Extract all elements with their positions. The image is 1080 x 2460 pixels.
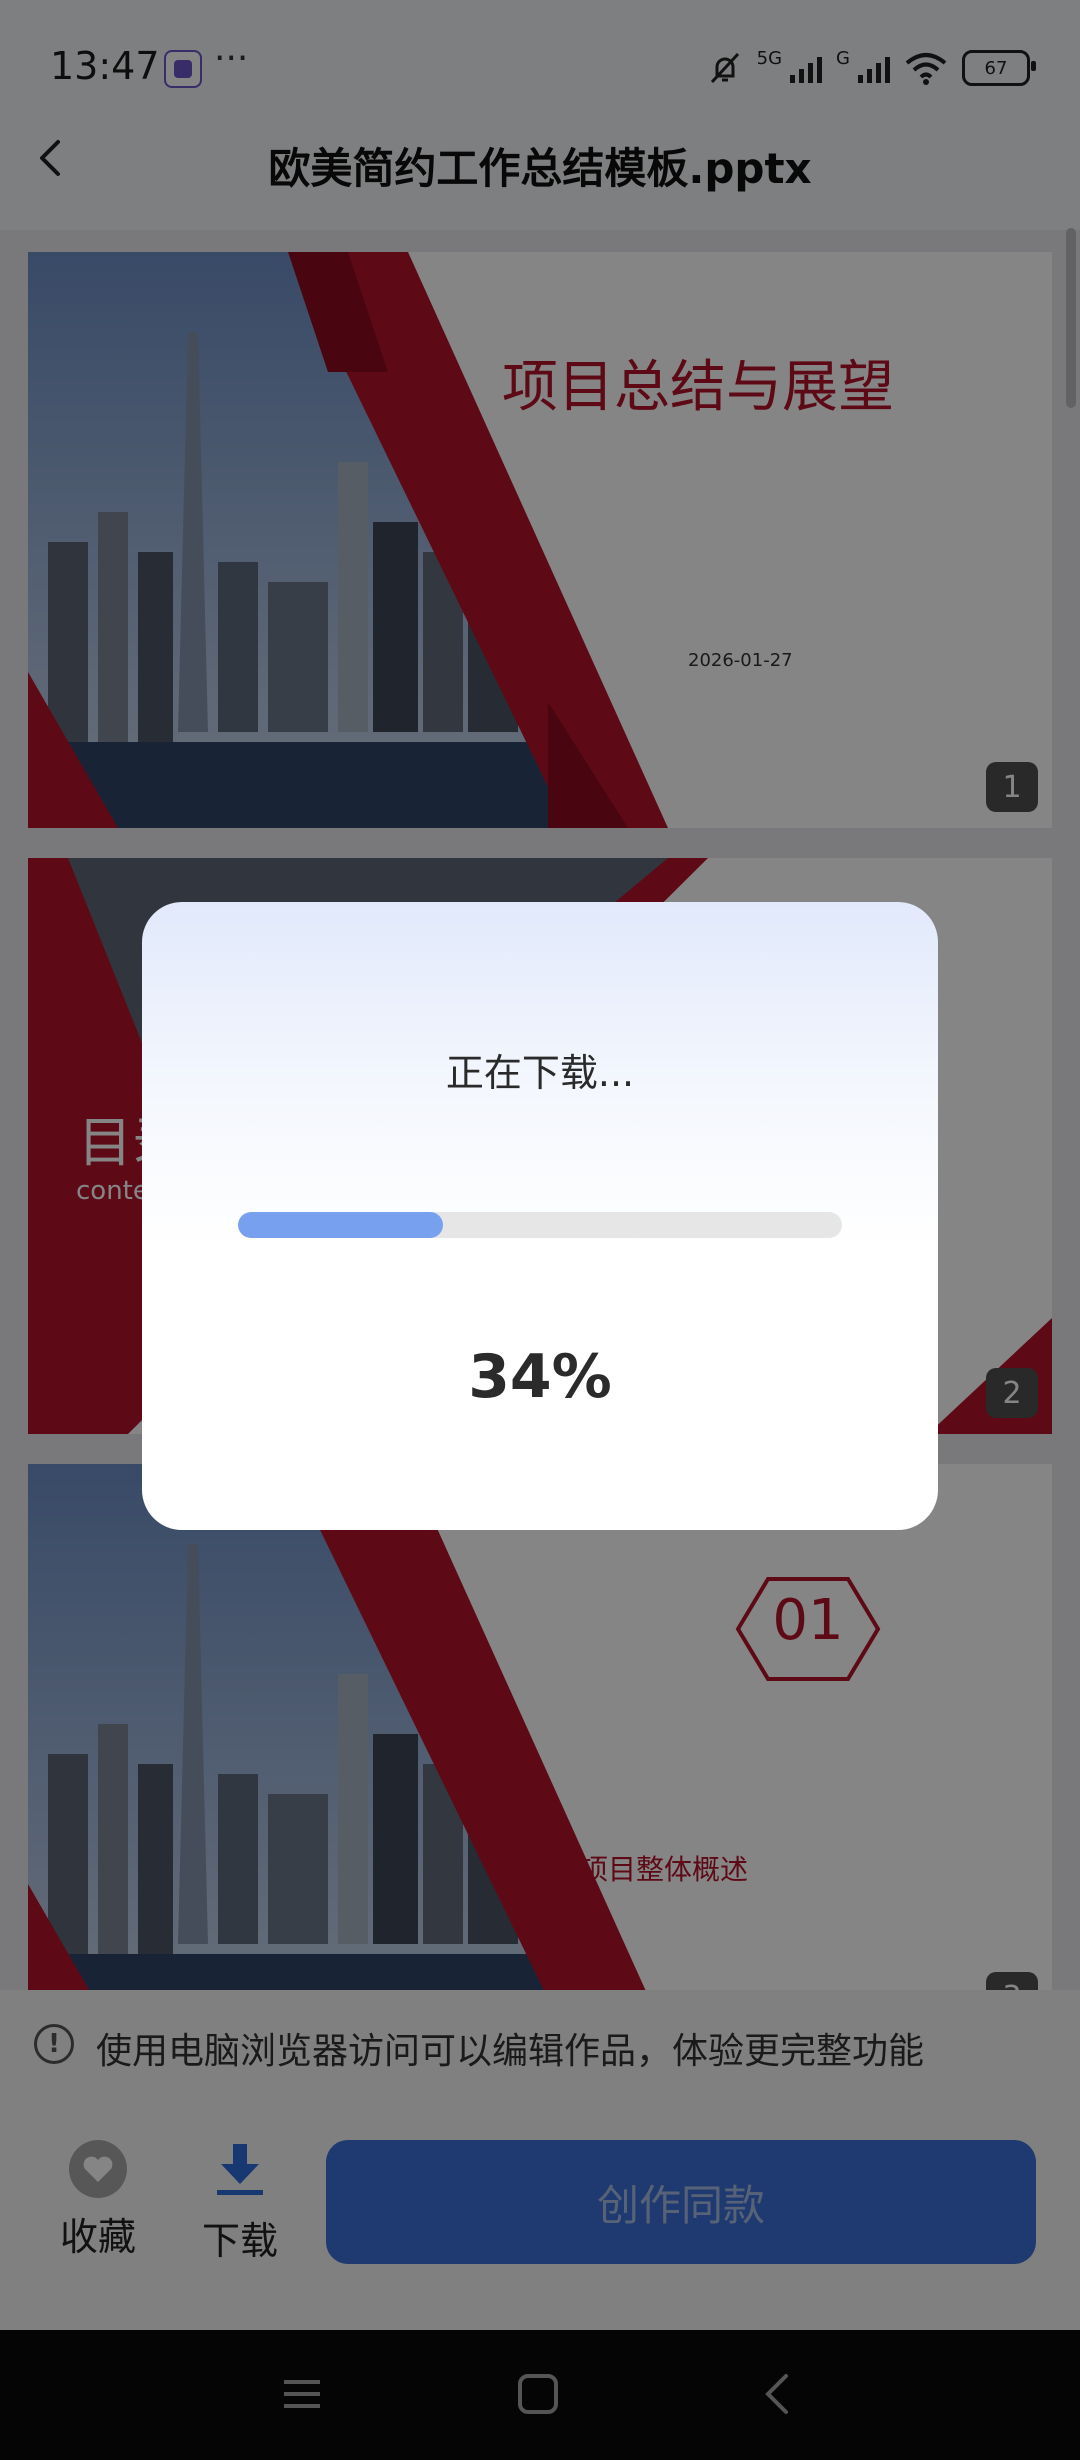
nav-back-icon[interactable]	[756, 2372, 800, 2416]
menu-icon[interactable]	[280, 2372, 324, 2416]
home-icon[interactable]	[516, 2372, 560, 2416]
dialog-title: 正在下载...	[445, 1051, 635, 1095]
progress-percent: 34%	[468, 1342, 612, 1412]
system-nav-bar	[0, 2330, 1080, 2460]
progress-fill	[238, 1212, 444, 1238]
progress-bar	[238, 1212, 842, 1238]
download-dialog: 正在下载... 34%	[142, 902, 938, 1530]
